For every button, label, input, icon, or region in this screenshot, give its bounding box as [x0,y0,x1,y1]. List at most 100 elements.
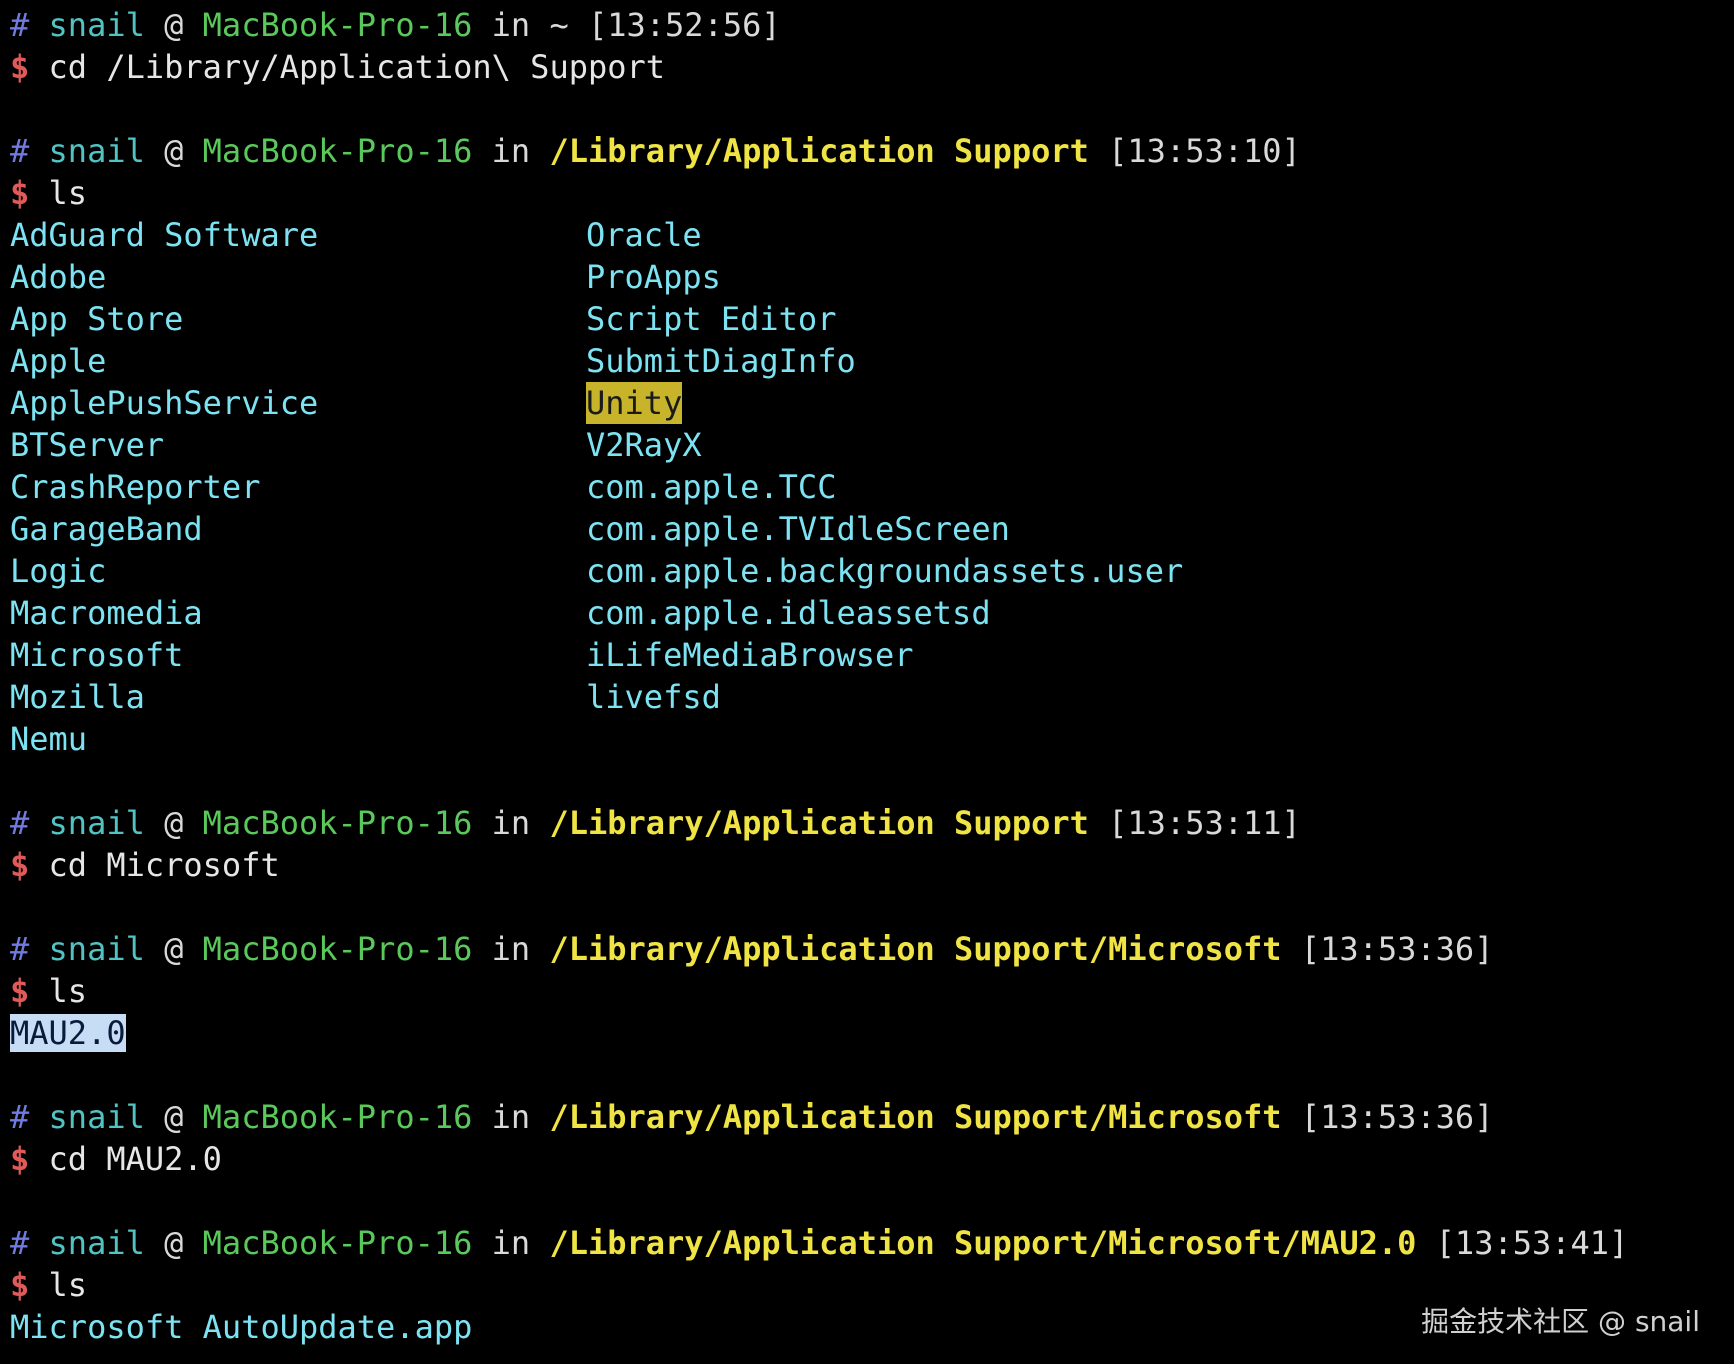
prompt-dollar: $ [10,1140,30,1178]
prompt-dollar: $ [10,174,30,212]
prompt-hash: # [10,132,30,170]
command-line: $ cd /Library/Application\ Support [10,46,1734,88]
command-line: $ ls [10,970,1734,1012]
prompt-line: # snail @ MacBook-Pro-16 in /Library/App… [10,802,1734,844]
dir-entry: Microsoft AutoUpdate.app [10,1308,473,1346]
ls-row: Adobe ProApps [10,256,1734,298]
ls-row: Microsoft iLifeMediaBrowser [10,634,1734,676]
prompt-host: MacBook-Pro-16 [202,6,473,44]
ls-row: MAU2.0 [10,1012,1734,1054]
prompt-host: MacBook-Pro-16 [202,132,473,170]
prompt-path: ~ [549,6,569,44]
prompt-in: in [491,1098,531,1136]
prompt-in: in [491,804,531,842]
prompt-hash: # [10,6,30,44]
prompt-at: @ [164,6,184,44]
prompt-time: [13:53:36] [1300,1098,1494,1136]
dir-entry: Nemu [10,720,88,758]
prompt-time: [13:53:36] [1300,930,1494,968]
dir-entry: ProApps [586,258,721,296]
command-text: ls [48,174,88,212]
prompt-line: # snail @ MacBook-Pro-16 in ~ [13:52:56] [10,4,1734,46]
command-text: ls [48,972,88,1010]
ls-row: AdGuard Software Oracle [10,214,1734,256]
dir-entry: GarageBand [10,510,203,548]
dir-entry: Microsoft [10,636,184,674]
prompt-dollar: $ [10,972,30,1010]
dir-entry: com.apple.idleassetsd [586,594,991,632]
ls-row: Apple SubmitDiagInfo [10,340,1734,382]
prompt-in: in [491,1224,531,1262]
command-text: cd Microsoft [48,846,280,884]
dir-entry: com.apple.TCC [586,468,837,506]
dir-entry: Macromedia [10,594,203,632]
ls-row: Mozilla livefsd [10,676,1734,718]
prompt-time: [13:53:41] [1435,1224,1629,1262]
prompt-at: @ [164,804,184,842]
prompt-path: /Library/Application Support [549,132,1089,170]
prompt-dollar: $ [10,1266,30,1304]
prompt-time: [13:53:11] [1108,804,1301,842]
dir-entry-selected: MAU2.0 [10,1014,126,1052]
command-line: $ cd Microsoft [10,844,1734,886]
prompt-at: @ [164,1098,184,1136]
ls-row: Nemu [10,718,1734,760]
ls-row: CrashReporter com.apple.TCC [10,466,1734,508]
prompt-line: # snail @ MacBook-Pro-16 in /Library/App… [10,928,1734,970]
dir-entry: Oracle [586,216,702,254]
ls-row: BTServer V2RayX [10,424,1734,466]
prompt-time: [13:53:10] [1108,132,1301,170]
terminal-window[interactable]: # snail @ MacBook-Pro-16 in ~ [13:52:56]… [10,4,1734,1348]
dir-entry: Logic [10,552,107,590]
prompt-line: # snail @ MacBook-Pro-16 in /Library/App… [10,1096,1734,1138]
dir-entry: AdGuard Software [10,216,319,254]
prompt-hash: # [10,1224,30,1262]
prompt-in: in [491,6,531,44]
dir-entry: Adobe [10,258,107,296]
prompt-host: MacBook-Pro-16 [202,1224,473,1262]
prompt-at: @ [164,930,184,968]
dir-entry: BTServer [10,426,165,464]
prompt-user: snail [48,6,145,44]
prompt-user: snail [48,132,145,170]
prompt-path: /Library/Application Support/Microsoft [549,1098,1282,1136]
prompt-host: MacBook-Pro-16 [202,930,473,968]
dir-entry: com.apple.TVIdleScreen [586,510,1010,548]
ls-row: Macromedia com.apple.idleassetsd [10,592,1734,634]
prompt-time: [13:52:56] [587,6,781,44]
dir-entry-highlighted: Unity [586,382,683,424]
dir-entry: App Store [10,300,184,338]
prompt-dollar: $ [10,48,30,86]
ls-row: ApplePushService Unity [10,382,1734,424]
dir-entry: SubmitDiagInfo [586,342,856,380]
dir-entry: CrashReporter [10,468,261,506]
command-text: cd /Library/Application\ Support [48,48,666,86]
watermark: 掘金技术社区 @ snail [1421,1305,1700,1338]
command-line: $ cd MAU2.0 [10,1138,1734,1180]
prompt-path: /Library/Application Support/Microsoft/M… [549,1224,1417,1262]
command-line: $ ls [10,172,1734,214]
prompt-path: /Library/Application Support/Microsoft [549,930,1282,968]
prompt-host: MacBook-Pro-16 [202,1098,473,1136]
prompt-user: snail [48,804,145,842]
command-text: ls [48,1266,88,1304]
command-text: cd MAU2.0 [48,1140,222,1178]
prompt-at: @ [164,132,184,170]
prompt-user: snail [48,1098,145,1136]
dir-entry: iLifeMediaBrowser [586,636,914,674]
prompt-line: # snail @ MacBook-Pro-16 in /Library/App… [10,1222,1734,1264]
ls-row: App Store Script Editor [10,298,1734,340]
prompt-in: in [491,132,531,170]
dir-entry: ApplePushService [10,384,319,422]
prompt-user: snail [48,930,145,968]
dir-entry: Mozilla [10,678,145,716]
prompt-hash: # [10,804,30,842]
dir-entry: com.apple.backgroundassets.user [586,552,1184,590]
prompt-hash: # [10,930,30,968]
ls-row: GarageBand com.apple.TVIdleScreen [10,508,1734,550]
